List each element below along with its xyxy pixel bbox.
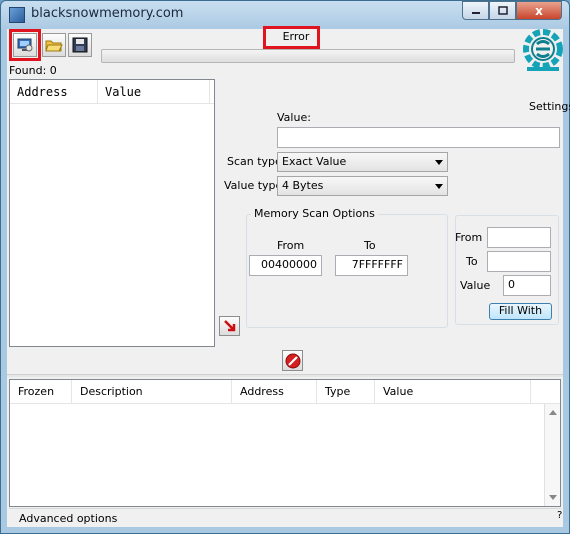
title-bar[interactable]: blacksnowmemory.com x bbox=[1, 1, 569, 29]
scan-type-value: Exact Value bbox=[282, 155, 347, 168]
column-header-type[interactable]: Type bbox=[317, 380, 375, 403]
memory-to-label: To bbox=[364, 239, 376, 252]
vertical-scrollbar[interactable] bbox=[544, 404, 560, 506]
memory-to-input[interactable]: 7FFFFFFF bbox=[335, 255, 408, 276]
stop-button[interactable] bbox=[282, 350, 303, 371]
column-header-frozen[interactable]: Frozen bbox=[10, 380, 72, 403]
close-button[interactable]: x bbox=[516, 1, 562, 20]
advanced-options-label: Advanced options bbox=[19, 512, 118, 525]
client-area: Found: 0 Error Settings Address Value Va… bbox=[7, 26, 570, 527]
value-type-select[interactable]: 4 Bytes bbox=[277, 176, 448, 196]
scan-type-label: Scan type bbox=[227, 155, 282, 168]
found-address-list[interactable]: Address Value bbox=[9, 79, 215, 347]
advanced-options-bar[interactable]: Advanced options bbox=[9, 508, 561, 527]
fill-from-input[interactable] bbox=[487, 227, 551, 248]
value-type-value: 4 Bytes bbox=[282, 179, 324, 192]
memory-scan-options-title: Memory Scan Options bbox=[251, 207, 378, 220]
address-list-header: Address Value bbox=[10, 80, 214, 104]
status-grip: ? bbox=[557, 510, 563, 521]
app-icon bbox=[9, 7, 25, 23]
scan-value-input[interactable] bbox=[277, 127, 560, 148]
highlight-box bbox=[9, 29, 41, 61]
scroll-down-icon[interactable] bbox=[549, 495, 557, 500]
cheat-engine-logo-icon bbox=[523, 29, 563, 71]
window-title: blacksnowmemory.com bbox=[31, 6, 184, 21]
open-button[interactable] bbox=[42, 33, 66, 57]
panel-splitter[interactable] bbox=[7, 374, 563, 377]
maximize-button[interactable] bbox=[489, 1, 516, 20]
scan-type-select[interactable]: Exact Value bbox=[277, 152, 448, 172]
status-text: Error bbox=[282, 30, 310, 43]
main-window: blacksnowmemory.com x Found: 0 Error Set… bbox=[0, 0, 570, 534]
fill-value-label: Value bbox=[460, 279, 491, 292]
column-header-value[interactable]: Value bbox=[375, 380, 531, 403]
red-arrow-icon bbox=[223, 320, 235, 332]
column-header-value[interactable]: Value bbox=[98, 80, 210, 103]
dropdown-arrow-icon bbox=[435, 184, 443, 189]
floppy-disk-icon bbox=[72, 37, 88, 53]
found-count: Found: 0 bbox=[9, 64, 57, 77]
cheat-engine-logo[interactable] bbox=[523, 29, 563, 95]
settings-label[interactable]: Settings bbox=[529, 100, 570, 113]
close-icon: x bbox=[535, 3, 543, 18]
minimize-button[interactable] bbox=[462, 1, 489, 20]
dropdown-arrow-icon bbox=[435, 160, 443, 165]
fill-to-label: To bbox=[466, 255, 478, 268]
fill-value-input[interactable]: 0 bbox=[503, 275, 551, 296]
value-type-label: Value type bbox=[224, 179, 283, 192]
maximize-icon bbox=[497, 6, 508, 15]
memory-from-input[interactable]: 00400000 bbox=[249, 255, 322, 276]
minimize-icon bbox=[471, 11, 480, 14]
cheat-table-header: Frozen Description Address Type Value bbox=[10, 380, 560, 404]
no-entry-icon bbox=[285, 353, 300, 368]
scroll-up-icon[interactable] bbox=[549, 410, 557, 415]
add-address-manually-button[interactable] bbox=[219, 316, 240, 336]
cheat-table[interactable]: Frozen Description Address Type Value bbox=[9, 379, 561, 507]
save-button[interactable] bbox=[68, 33, 92, 57]
fill-to-input[interactable] bbox=[487, 251, 551, 272]
scan-progress-bar bbox=[101, 49, 515, 63]
fill-with-button[interactable]: Fill With bbox=[489, 303, 552, 320]
column-header-address[interactable]: Address bbox=[10, 80, 98, 103]
value-label: Value: bbox=[277, 111, 311, 124]
memory-from-label: From bbox=[277, 239, 305, 252]
column-header-address[interactable]: Address bbox=[232, 380, 317, 403]
column-header-description[interactable]: Description bbox=[72, 380, 232, 403]
folder-open-icon bbox=[45, 40, 63, 52]
fill-from-label: From bbox=[455, 231, 483, 244]
